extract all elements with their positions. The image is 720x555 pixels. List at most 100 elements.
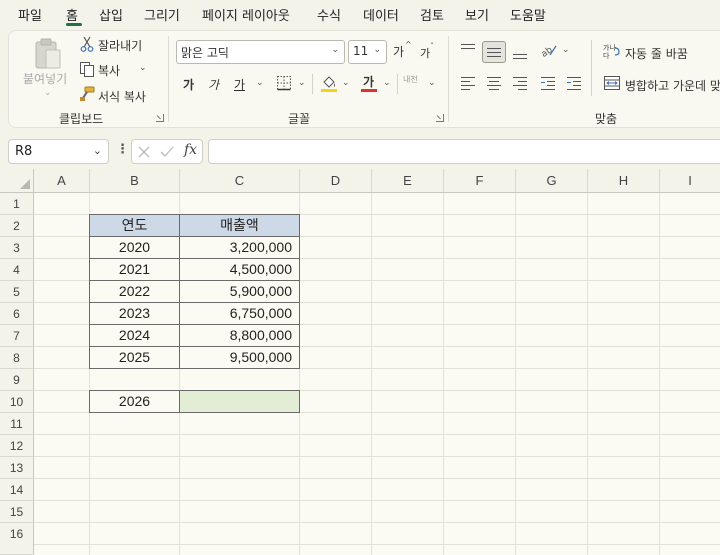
font-color-button[interactable]: 가 [363,73,374,90]
copy-dropdown-icon[interactable]: ⌄ [139,63,147,73]
row-header-9[interactable]: 9 [0,369,34,391]
border-icon[interactable] [276,75,292,91]
align-top-icon[interactable] [461,44,475,56]
grow-font-button[interactable]: 가 [393,43,404,60]
row-header-3[interactable]: 3 [0,237,34,259]
row-header-10[interactable]: 10 [0,391,34,413]
phonetic-button[interactable]: 내천 [403,74,418,85]
column-header-f[interactable]: F [444,169,516,193]
table-cell-revenue[interactable]: 9,500,000 [179,346,300,369]
phonetic-dropdown-icon[interactable]: ⌄ [428,78,436,88]
fill-color-icon[interactable] [320,73,338,93]
table-cell-revenue[interactable]: 3,200,000 [179,236,300,259]
orientation-icon[interactable]: ab [540,42,558,58]
table-cell-revenue[interactable]: 4,500,000 [179,258,300,281]
table-cell-year[interactable]: 2023 [89,302,180,325]
column-header-e[interactable]: E [372,169,444,193]
name-box[interactable]: R8 ⌄ [8,139,109,164]
shrink-font-button[interactable]: 가 [420,45,430,61]
table-cell-revenue[interactable]: 5,900,000 [179,280,300,303]
column-header-a[interactable]: A [34,169,90,193]
decrease-indent-icon[interactable] [541,77,555,90]
table-cell-year[interactable]: 2024 [89,324,180,347]
copy-button[interactable]: 복사 [98,62,120,79]
format-painter-icon[interactable] [79,86,95,102]
row-header-4[interactable]: 4 [0,259,34,281]
menu-draw[interactable]: 그리기 [144,5,180,24]
increase-indent-icon[interactable] [567,77,581,90]
paste-dropdown-icon[interactable]: ⌄ [44,88,52,98]
table-cell-year[interactable]: 2025 [89,346,180,369]
column-header-c[interactable]: C [180,169,300,193]
table-cell-year[interactable]: 2022 [89,280,180,303]
underline-dropdown-icon[interactable]: ⌄ [256,78,264,88]
table-header-revenue[interactable]: 매출액 [179,214,300,237]
table-cell-revenue[interactable]: 8,800,000 [179,324,300,347]
column-header-b[interactable]: B [90,169,180,193]
row-header-5[interactable]: 5 [0,281,34,303]
menu-help[interactable]: 도움말 [510,5,546,24]
menu-home[interactable]: 홈 [66,5,78,24]
row-header-6[interactable]: 6 [0,303,34,325]
underline-button[interactable]: 가 [234,76,245,93]
forecast-value-cell[interactable] [179,390,300,413]
row-header-13[interactable]: 13 [0,457,34,479]
menu-file[interactable]: 파일 [18,5,42,24]
column-header-h[interactable]: H [588,169,660,193]
column-header-d[interactable]: D [300,169,372,193]
cancel-icon[interactable] [137,145,151,159]
insert-function-button[interactable]: fx [184,142,197,158]
row-header-12[interactable]: 12 [0,435,34,457]
menu-formulas[interactable]: 수식 [317,5,341,24]
row-header-16[interactable]: 16 [0,523,34,555]
wrap-text-button[interactable]: 자동 줄 바꿈 [625,45,688,62]
table-cell-year[interactable]: 2020 [89,236,180,259]
fill-color-dropdown-icon[interactable]: ⌄ [342,78,350,88]
formula-input[interactable] [208,139,720,164]
font-size-select[interactable]: 11 ⌄ [348,40,387,64]
enter-icon[interactable] [159,145,175,159]
more-options-icon[interactable]: ⋮ [116,142,129,157]
cut-button[interactable]: 잘라내기 [98,37,142,54]
table-cell-revenue[interactable]: 6,750,000 [179,302,300,325]
menu-data[interactable]: 데이터 [363,5,399,24]
select-all-button[interactable] [0,169,34,193]
border-dropdown-icon[interactable]: ⌄ [298,78,306,88]
table-header-year[interactable]: 연도 [89,214,180,237]
column-header-g[interactable]: G [516,169,588,193]
clipboard-launcher-icon[interactable] [156,114,164,122]
align-middle-icon[interactable] [487,46,501,58]
align-right-icon[interactable] [513,77,527,90]
cut-icon[interactable] [80,36,94,52]
column-header-i[interactable]: I [660,169,720,193]
forecast-year-cell[interactable]: 2026 [89,390,180,413]
merge-center-icon[interactable] [603,75,621,91]
svg-text:가나: 가나 [603,43,616,52]
bold-button[interactable]: 가 [183,76,194,93]
format-painter-button[interactable]: 서식 복사 [98,88,146,105]
font-color-dropdown-icon[interactable]: ⌄ [383,78,391,88]
row-header-15[interactable]: 15 [0,501,34,523]
menu-view[interactable]: 보기 [465,5,489,24]
row-header-7[interactable]: 7 [0,325,34,347]
copy-icon[interactable] [79,61,95,77]
row-header-2[interactable]: 2 [0,215,34,237]
row-header-8[interactable]: 8 [0,347,34,369]
font-launcher-icon[interactable] [436,114,444,122]
table-cell-year[interactable]: 2021 [89,258,180,281]
font-color-swatch [361,89,377,92]
menu-page-layout[interactable]: 페이지 레이아웃 [202,5,290,24]
orientation-dropdown-icon[interactable]: ⌄ [562,45,570,55]
menu-review[interactable]: 검토 [420,5,444,24]
align-center-icon[interactable] [487,77,501,90]
row-header-1[interactable]: 1 [0,193,34,215]
row-header-14[interactable]: 14 [0,479,34,501]
align-left-icon[interactable] [461,77,475,90]
merge-center-button[interactable]: 병합하고 가운데 맞 [625,77,720,94]
row-header-11[interactable]: 11 [0,413,34,435]
italic-button[interactable]: 가 [208,76,219,93]
font-name-select[interactable]: 맑은 고딕 ⌄ [176,40,345,64]
menu-insert[interactable]: 삽입 [99,5,123,24]
align-bottom-icon[interactable] [513,48,527,60]
wrap-text-icon[interactable]: 가나 다 [603,42,621,60]
